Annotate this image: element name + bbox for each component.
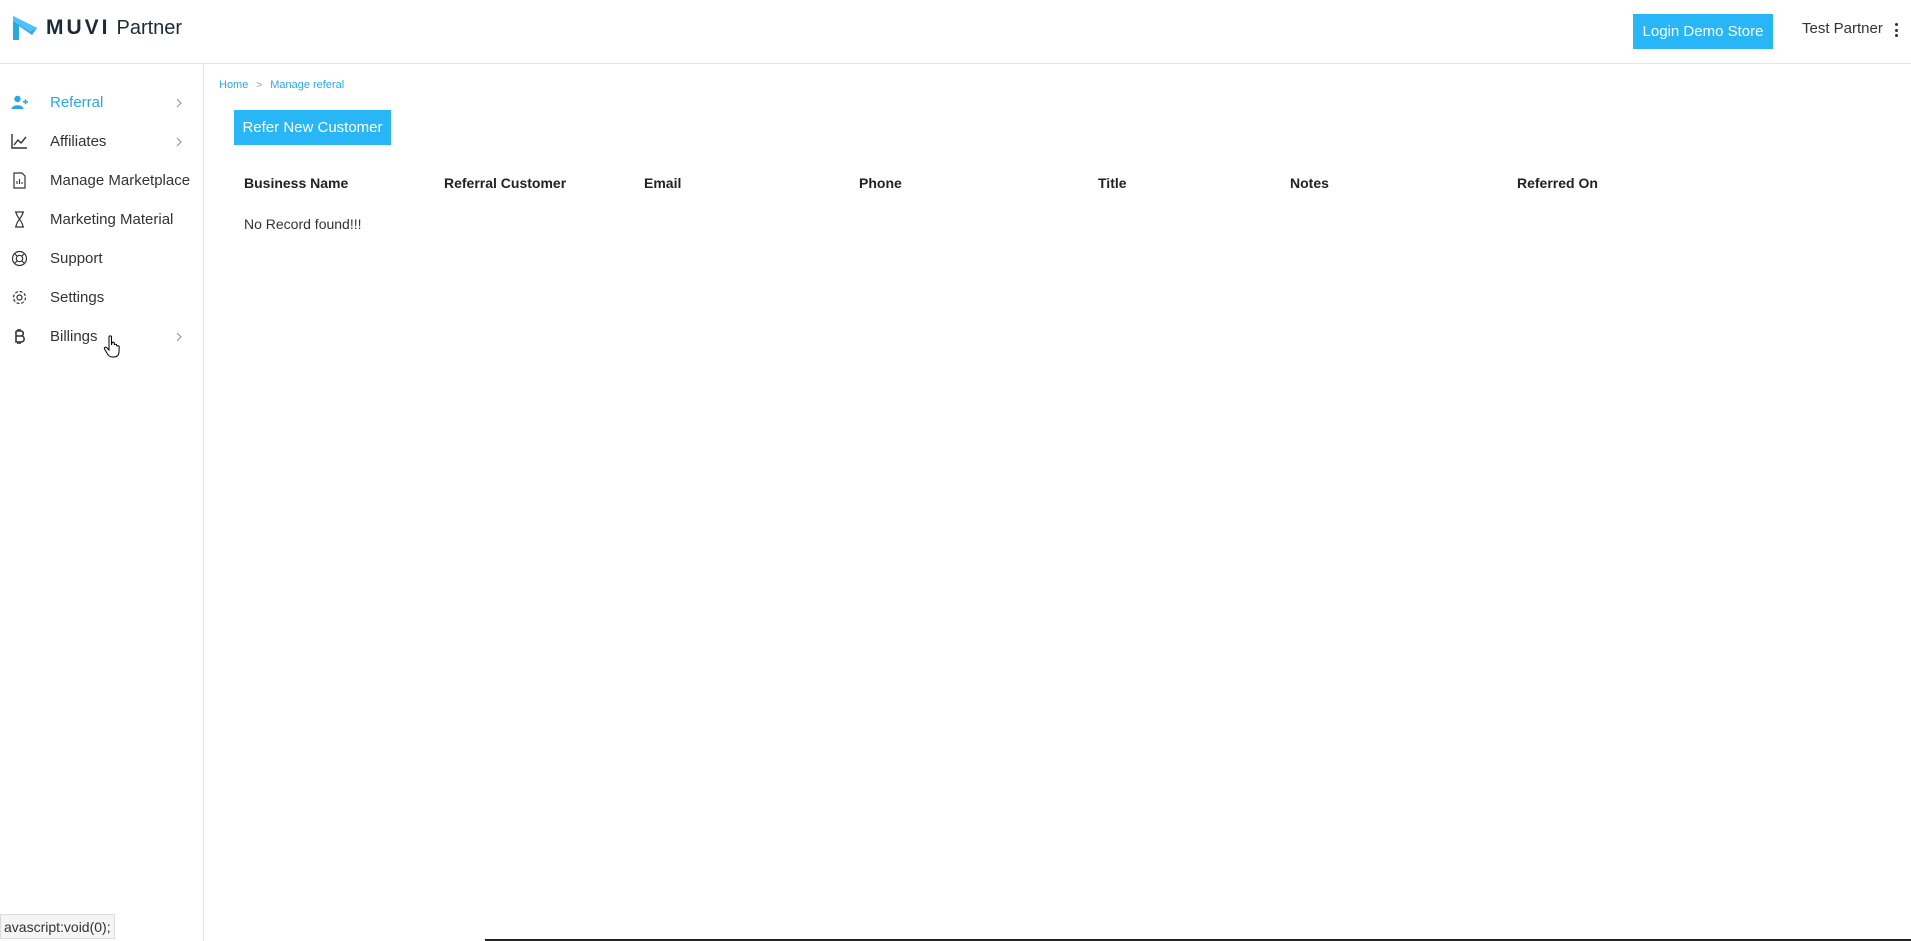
chevron-right-icon bbox=[176, 137, 182, 147]
sidebar-item-affiliates[interactable]: Affiliates bbox=[0, 122, 203, 161]
sidebar-item-label: Support bbox=[50, 250, 103, 267]
logo-partner-text: Partner bbox=[116, 16, 183, 39]
more-options-icon[interactable] bbox=[1892, 20, 1900, 40]
muvi-partner-logo[interactable]: MUVI Partner bbox=[10, 12, 182, 44]
sidebar-item-label: Manage Marketplace bbox=[50, 172, 191, 189]
sidebar-item-label: Settings bbox=[50, 289, 105, 306]
chevron-right-icon bbox=[176, 98, 182, 108]
breadcrumb: Home > Manage referal bbox=[219, 79, 344, 91]
empty-table-message: No Record found!!! bbox=[244, 216, 362, 232]
bitcoin-icon bbox=[15, 329, 25, 344]
chevron-right-icon bbox=[176, 332, 182, 342]
sidebar-item-billings[interactable]: Billings bbox=[0, 317, 203, 356]
sidebar-item-label: Marketing Material bbox=[50, 211, 174, 228]
sidebar-item-label: Affiliates bbox=[50, 133, 107, 150]
breadcrumb-home-link[interactable]: Home bbox=[219, 79, 248, 91]
gear-icon bbox=[12, 290, 27, 305]
sidebar-item-label: Referral bbox=[50, 94, 104, 111]
lifebuoy-icon bbox=[11, 250, 28, 267]
document-icon bbox=[13, 172, 26, 189]
column-header-title: Title bbox=[1098, 175, 1127, 191]
column-header-referred-on: Referred On bbox=[1517, 175, 1598, 191]
sidebar-item-label: Billings bbox=[50, 328, 98, 345]
column-header-notes: Notes bbox=[1290, 175, 1329, 191]
logo-brand-text: MUVI bbox=[46, 16, 111, 39]
hourglass-icon bbox=[15, 211, 24, 228]
user-plus-icon bbox=[11, 95, 28, 109]
muvi-logo-icon bbox=[13, 16, 37, 40]
refer-new-customer-button[interactable]: Refer New Customer bbox=[234, 110, 391, 145]
sidebar: Referral Affiliates Manage Marketplace M… bbox=[0, 64, 204, 941]
sidebar-item-settings[interactable]: Settings bbox=[0, 278, 203, 317]
login-demo-store-button[interactable]: Login Demo Store bbox=[1633, 14, 1773, 49]
column-header-email: Email bbox=[644, 175, 682, 191]
chart-line-icon bbox=[11, 134, 27, 149]
sidebar-item-marketing-material[interactable]: Marketing Material bbox=[0, 200, 203, 239]
sidebar-item-referral[interactable]: Referral bbox=[0, 83, 203, 122]
sidebar-item-manage-marketplace[interactable]: Manage Marketplace bbox=[0, 161, 203, 200]
column-header-phone: Phone bbox=[859, 175, 902, 191]
column-header-business-name: Business Name bbox=[244, 175, 349, 191]
sidebar-item-support[interactable]: Support bbox=[0, 239, 203, 278]
column-header-referral-customer: Referral Customer bbox=[444, 175, 567, 191]
hand-cursor-icon bbox=[103, 335, 120, 358]
breadcrumb-separator: > bbox=[256, 79, 263, 91]
browser-status-bar: avascript:void(0); bbox=[0, 914, 115, 939]
user-name[interactable]: Test Partner bbox=[1802, 20, 1883, 37]
breadcrumb-current-link[interactable]: Manage referal bbox=[270, 79, 344, 91]
top-header: MUVI Partner Login Demo Store Test Partn… bbox=[0, 0, 1911, 64]
